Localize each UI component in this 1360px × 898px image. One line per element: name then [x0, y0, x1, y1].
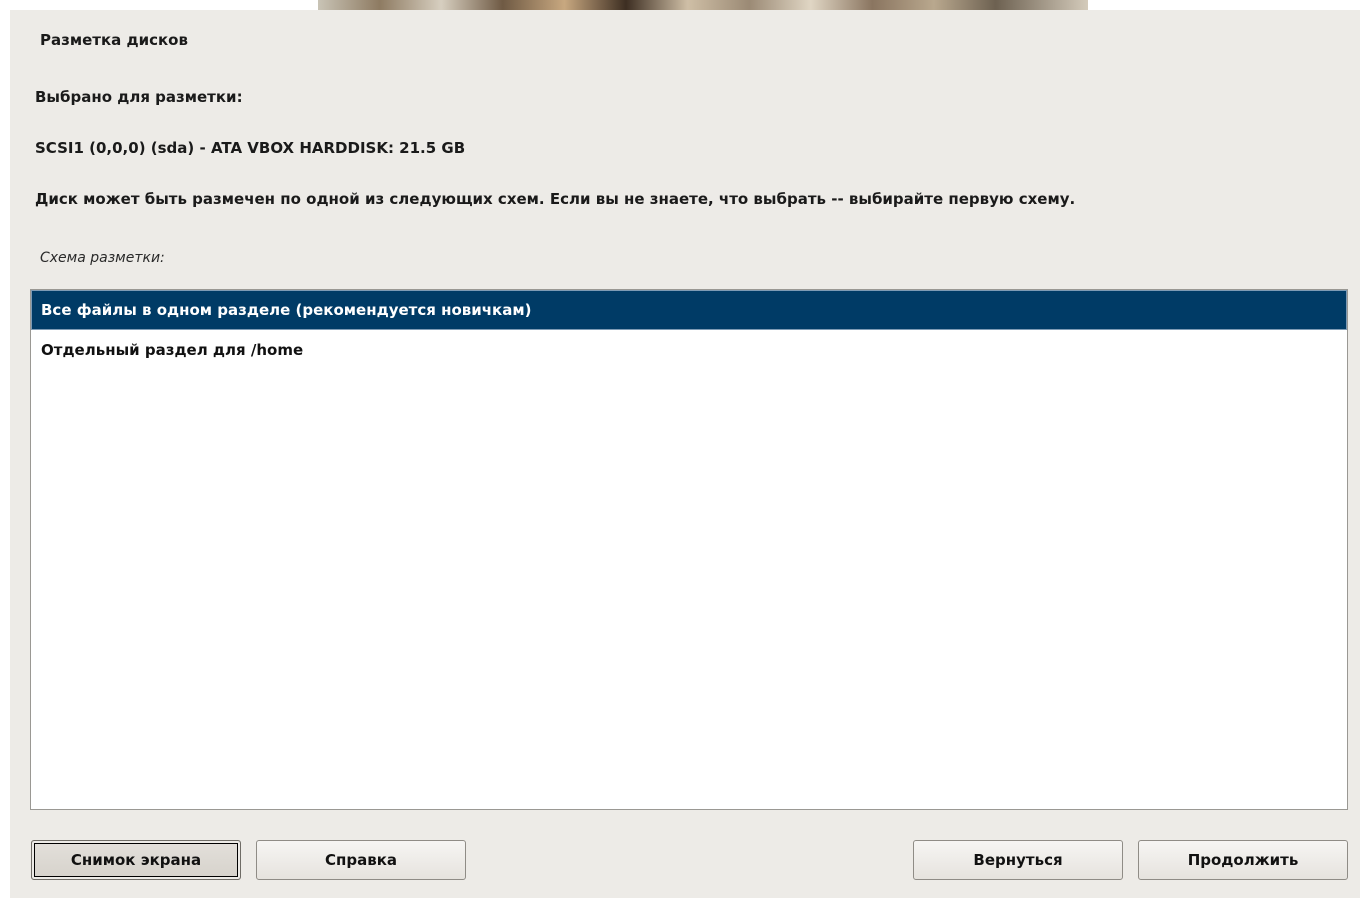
installer-panel: Разметка дисков Выбрано для разметки: SC… — [10, 10, 1360, 898]
scheme-list-label: Схема разметки: — [40, 250, 165, 266]
partition-description: Диск может быть размечен по одной из сле… — [35, 190, 1076, 208]
help-button[interactable]: Справка — [256, 840, 466, 880]
scheme-option-label: Отдельный раздел для /home — [41, 341, 304, 359]
selected-disk-name: SCSI1 (0,0,0) (sda) - ATA VBOX HARDDISK:… — [35, 139, 466, 157]
scheme-option-separate-home[interactable]: Отдельный раздел для /home — [31, 330, 1347, 370]
continue-button[interactable]: Продолжить — [1138, 840, 1348, 880]
back-button[interactable]: Вернуться — [913, 840, 1123, 880]
installer-banner — [0, 0, 1360, 10]
scheme-option-label: Все файлы в одном разделе (рекомендуется… — [41, 301, 532, 319]
page-title: Разметка дисков — [40, 31, 188, 49]
screenshot-button[interactable]: Снимок экрана — [31, 840, 241, 880]
selected-disk-label: Выбрано для разметки: — [35, 88, 243, 106]
banner-artwork — [318, 0, 1088, 10]
scheme-option-all-in-one[interactable]: Все файлы в одном разделе (рекомендуется… — [31, 290, 1347, 330]
partition-scheme-list[interactable]: Все файлы в одном разделе (рекомендуется… — [30, 289, 1348, 810]
